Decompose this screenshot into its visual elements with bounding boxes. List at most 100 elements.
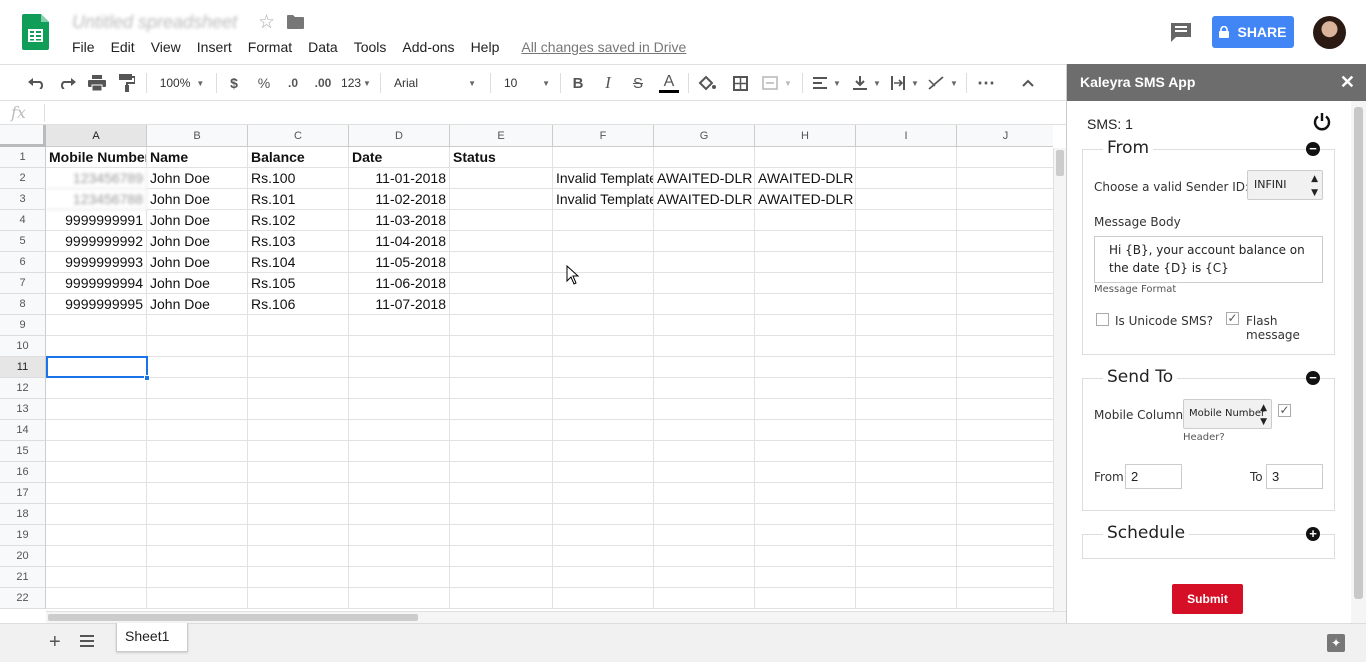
menu-edit[interactable]: Edit [103,38,143,56]
select-all-corner[interactable] [0,125,46,147]
grid-cell[interactable] [553,378,654,399]
grid-cell[interactable] [755,147,856,168]
font-size-select[interactable]: 10 ▼ [500,65,554,101]
borders-icon[interactable] [728,65,752,101]
grid-cell[interactable] [147,336,248,357]
grid-cell[interactable]: Rs.105 [248,273,349,294]
grid-cell[interactable] [755,399,856,420]
grid-cell[interactable] [957,315,1053,336]
grid-cell[interactable] [755,588,856,609]
row-header[interactable]: 21 [0,567,46,588]
grid-cell[interactable] [654,273,755,294]
column-header[interactable]: B [147,125,248,147]
grid-cell[interactable] [856,588,957,609]
grid-cell[interactable]: Rs.102 [248,210,349,231]
grid-cell[interactable] [450,357,553,378]
star-icon[interactable]: ☆ [258,11,275,34]
grid-cell[interactable] [856,189,957,210]
grid-cell[interactable] [248,525,349,546]
grid-cell[interactable] [147,357,248,378]
column-header[interactable]: G [654,125,755,147]
currency-format-button[interactable]: $ [224,65,244,101]
grid-cell[interactable] [856,231,957,252]
row-header[interactable]: 3 [0,189,46,210]
grid-cell[interactable] [654,483,755,504]
grid-cell[interactable] [957,231,1053,252]
row-header[interactable]: 7 [0,273,46,294]
grid-cell[interactable] [957,546,1053,567]
power-icon[interactable] [1312,112,1332,132]
grid-cell[interactable] [856,336,957,357]
grid-cell[interactable] [349,504,450,525]
grid-cell[interactable] [856,273,957,294]
mobile-column-select[interactable]: Mobile Number ▲ ▼ [1183,399,1272,429]
grid-cell[interactable] [46,441,147,462]
grid-cell[interactable] [654,147,755,168]
grid-cell[interactable] [450,252,553,273]
grid-cell[interactable] [450,273,553,294]
grid-cell[interactable] [755,525,856,546]
grid-cell[interactable] [450,315,553,336]
more-options-icon[interactable]: ⋯ [974,65,998,101]
undo-icon[interactable] [24,65,50,101]
grid-cell[interactable]: 11-05-2018 [349,252,450,273]
grid-cell[interactable]: 123456788 [46,189,147,210]
folder-icon[interactable] [287,15,304,29]
strikethrough-button[interactable]: S [628,65,648,101]
grid-cell[interactable] [450,231,553,252]
grid-cell[interactable] [957,336,1053,357]
grid-cell[interactable] [147,546,248,567]
selected-cell[interactable] [46,356,148,378]
grid-cell[interactable] [755,483,856,504]
grid-cell[interactable]: Invalid Template [553,189,654,210]
grid-cell[interactable] [654,525,755,546]
font-select[interactable]: Arial ▼ [390,65,482,101]
grid-cell[interactable] [553,420,654,441]
grid-cell[interactable]: Rs.103 [248,231,349,252]
grid-cell[interactable] [349,462,450,483]
grid-cell[interactable] [553,441,654,462]
grid-cell[interactable] [957,504,1053,525]
number-format-select[interactable]: 123 ▼ [340,65,372,101]
row-header[interactable]: 5 [0,231,46,252]
text-rotation-icon[interactable]: ▼ [926,65,960,101]
grid-cell[interactable] [856,294,957,315]
grid-cell[interactable] [248,504,349,525]
grid-cell[interactable] [553,315,654,336]
grid-cell[interactable]: 11-03-2018 [349,210,450,231]
grid-cell[interactable] [755,252,856,273]
grid-cell[interactable]: Rs.104 [248,252,349,273]
grid-cell[interactable] [654,315,755,336]
grid-cell[interactable]: Mobile Number [46,147,147,168]
grid-cell[interactable] [856,483,957,504]
bold-button[interactable]: B [568,65,588,101]
column-header[interactable]: D [349,125,450,147]
grid-cell[interactable] [450,378,553,399]
decrease-decimal-button[interactable]: .0 [282,65,304,101]
grid-cell[interactable] [46,462,147,483]
saved-status-link[interactable]: All changes saved in Drive [521,38,686,56]
grid-cell[interactable] [755,294,856,315]
grid-cell[interactable] [654,210,755,231]
increase-decimal-button[interactable]: .00 [310,65,336,101]
print-icon[interactable] [84,65,110,101]
grid-cell[interactable] [957,252,1053,273]
grid-cell[interactable] [450,168,553,189]
grid-cell[interactable] [553,546,654,567]
row-header[interactable]: 20 [0,546,46,567]
grid-cell[interactable] [46,315,147,336]
grid-cell[interactable] [147,588,248,609]
collapse-toolbar-icon[interactable] [1016,65,1040,101]
grid-cell[interactable]: Rs.101 [248,189,349,210]
header-checkbox[interactable]: ✓ [1278,404,1291,417]
grid-cell[interactable]: 9999999995 [46,294,147,315]
formula-input[interactable] [50,101,1050,125]
grid-cell[interactable]: John Doe [147,189,248,210]
menu-insert[interactable]: Insert [189,38,240,56]
grid-cell[interactable] [553,462,654,483]
grid-cell[interactable] [856,525,957,546]
grid-cell[interactable] [248,357,349,378]
grid-cell[interactable] [755,567,856,588]
grid-cell[interactable] [957,462,1053,483]
grid-cell[interactable] [856,567,957,588]
